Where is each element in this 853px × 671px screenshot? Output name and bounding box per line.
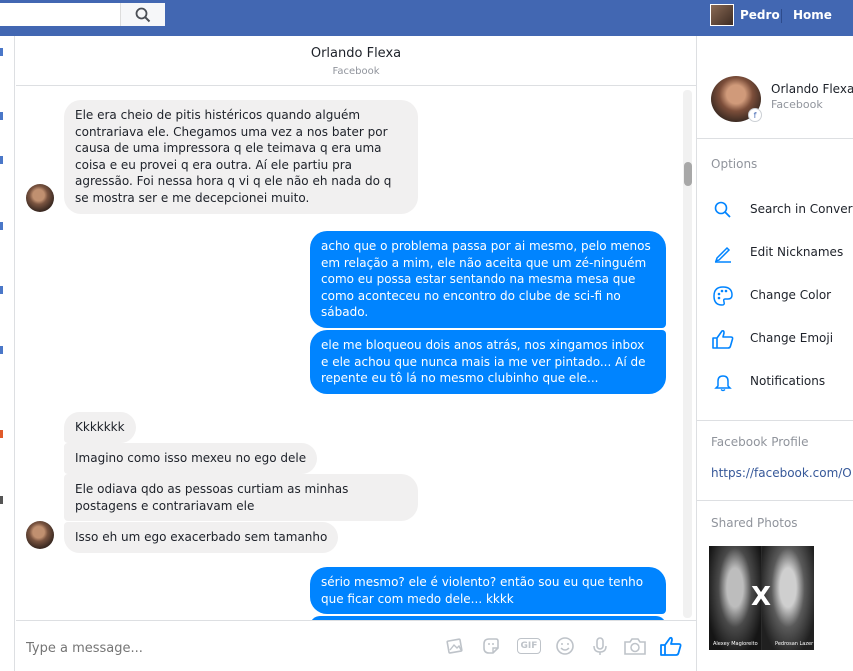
profile-heading: Facebook Profile	[711, 435, 809, 449]
message-thread: Ele era cheio de pitis histéricos quando…	[16, 86, 696, 620]
option-edit-nicknames[interactable]: Edit Nicknames	[711, 237, 853, 267]
panel-divider	[697, 138, 853, 139]
option-label: Edit Nicknames	[750, 245, 844, 259]
scrollbar-thumb[interactable]	[684, 162, 692, 186]
option-change-emoji[interactable]: Change Emoji	[711, 323, 853, 353]
list-marker	[0, 48, 3, 56]
search-button[interactable]	[120, 3, 165, 26]
bell-icon	[711, 370, 735, 394]
outgoing-message[interactable]: acho que o problema passa por ai mesmo, …	[310, 231, 666, 328]
conversation-list-edge	[0, 36, 15, 671]
shared-photo-thumbnail[interactable]: X Alexey Magioreito Pedrosan Lazer	[709, 546, 814, 650]
message-composer: GIF	[16, 620, 696, 671]
incoming-message[interactable]: Kkkkkkk	[64, 412, 136, 443]
list-marker	[0, 346, 3, 354]
thumbs-up-icon[interactable]	[658, 635, 684, 657]
facebook-badge-icon: f	[748, 108, 762, 122]
incoming-message[interactable]: Isso eh um ego exacerbado sem tamanho	[64, 522, 339, 553]
options-heading: Options	[711, 157, 758, 171]
option-change-color[interactable]: Change Color	[711, 280, 853, 310]
topbar-divider	[781, 9, 782, 23]
emoji-icon[interactable]	[554, 635, 576, 657]
message-input[interactable]	[26, 637, 426, 659]
user-name-link[interactable]: Pedro	[740, 8, 780, 22]
contact-source: Facebook	[771, 98, 823, 111]
option-label: Change Color	[750, 288, 832, 302]
incoming-message[interactable]: Ele odiava qdo as pessoas curtiam as min…	[64, 474, 418, 522]
top-navigation-bar: Pedro Home	[0, 0, 853, 36]
photo-icon[interactable]	[444, 635, 466, 657]
conversation-source: Facebook	[332, 66, 380, 77]
conversation-details-panel: f Orlando Flexa Facebook Options Search …	[696, 36, 853, 671]
list-marker	[0, 222, 3, 230]
search-input[interactable]	[0, 3, 120, 26]
conversation-header: Orlando Flexa Facebook	[16, 36, 696, 86]
outgoing-message[interactable]: ele me bloqueou dois anos atrás, nos xin…	[310, 330, 666, 394]
contact-name[interactable]: Orlando Flexa	[771, 82, 853, 96]
option-label: Search in Conversation	[750, 202, 853, 216]
camera-icon[interactable]	[622, 635, 648, 657]
photo-separator: X	[751, 582, 772, 612]
option-label: Change Emoji	[750, 331, 834, 345]
incoming-message[interactable]: Ele era cheio de pitis histéricos quando…	[64, 100, 418, 214]
outgoing-message[interactable]: sério mesmo? ele é violento? então sou e…	[310, 567, 666, 615]
gif-icon[interactable]: GIF	[515, 635, 543, 657]
panel-divider	[697, 420, 853, 421]
option-search-in-conversation[interactable]: Search in Conversation	[711, 194, 853, 224]
photo-caption-left: Alexey Magioreito	[713, 641, 758, 647]
pencil-icon	[711, 241, 735, 265]
home-link[interactable]: Home	[793, 8, 832, 22]
sticker-icon[interactable]	[480, 635, 502, 657]
list-marker	[0, 430, 3, 438]
list-marker	[0, 286, 3, 294]
messages-scrollbar[interactable]	[683, 90, 692, 618]
profile-link[interactable]: https://facebook.com/O	[711, 466, 852, 480]
shared-photos-heading: Shared Photos	[711, 516, 798, 530]
panel-divider	[697, 500, 853, 501]
list-marker	[0, 112, 3, 120]
search-icon	[135, 7, 151, 22]
conversation-title[interactable]: Orlando Flexa	[16, 46, 696, 61]
contact-avatar[interactable]	[26, 184, 54, 212]
gif-label: GIF	[516, 638, 542, 654]
user-avatar[interactable]	[710, 4, 734, 26]
search-icon	[711, 198, 735, 222]
incoming-message[interactable]: Imagino como isso mexeu no ego dele	[64, 443, 318, 474]
thumbs-up-icon	[711, 327, 735, 351]
palette-icon	[711, 284, 735, 308]
photo-caption-right: Pedrosan Lazer	[775, 641, 814, 647]
list-marker	[0, 156, 3, 164]
option-notifications[interactable]: Notifications	[711, 366, 853, 396]
microphone-icon[interactable]	[589, 635, 611, 657]
contact-avatar[interactable]	[26, 521, 54, 549]
option-label: Notifications	[750, 374, 826, 388]
list-marker	[0, 496, 3, 504]
